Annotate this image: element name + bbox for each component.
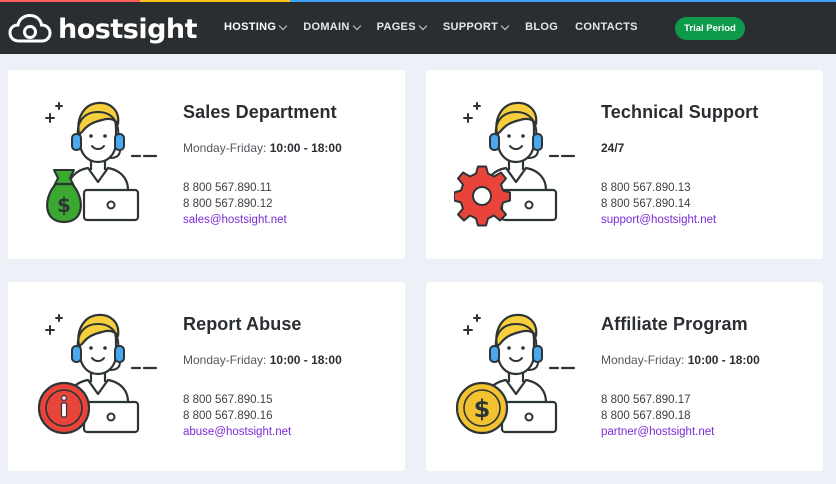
brand-logo[interactable]: hostsight [8, 12, 198, 46]
hours-label: Monday-Friday: [183, 141, 267, 155]
accent-stripe [290, 0, 836, 2]
card-hours: Monday-Friday: 10:00 - 18:00 [183, 141, 393, 155]
email-link[interactable]: abuse@hostsight.net [183, 424, 393, 440]
nav-hosting[interactable]: HOSTING [224, 21, 288, 33]
contact-card-abuse: Report Abuse Monday-Friday: 10:00 - 18:0… [8, 282, 405, 471]
card-phones: 8 800 567.890.13 8 800 567.890.14 [601, 180, 811, 212]
email-link[interactable]: support@hostsight.net [601, 212, 811, 228]
card-title: Report Abuse [183, 314, 302, 334]
nav-support[interactable]: SUPPORT [442, 21, 510, 33]
card-hours: Monday-Friday: 10:00 - 18:00 [601, 353, 811, 367]
svg-text:$: $ [57, 193, 71, 217]
email-link[interactable]: sales@hostsight.net [183, 212, 393, 228]
svg-text:$: $ [474, 395, 491, 423]
nav-label: HOSTING [224, 21, 277, 33]
card-info: Technical Support 24/7 8 800 567.890.13 … [601, 102, 811, 228]
nav-contacts[interactable]: CONTACTS [575, 21, 638, 33]
contact-card-support: Technical Support 24/7 8 800 567.890.13 … [426, 70, 823, 259]
hours-value: 10:00 - 18:00 [269, 141, 342, 155]
dollar-coin-icon: $ [455, 381, 509, 435]
support-agent-illustration: $ [455, 310, 582, 435]
phone-number[interactable]: 8 800 567.890.16 [183, 408, 393, 424]
card-info: Affiliate Program Monday-Friday: 10:00 -… [601, 314, 811, 440]
nav-label: PAGES [376, 21, 416, 33]
support-agent-illustration [37, 310, 164, 435]
card-title: Sales Department [183, 102, 337, 122]
phone-number[interactable]: 8 800 567.890.13 [601, 180, 811, 196]
hours-value: 10:00 - 18:00 [687, 353, 760, 367]
brand-name: hostsight [58, 13, 198, 45]
accent-stripe [140, 0, 290, 2]
chevron-down-icon [278, 21, 288, 30]
card-phones: 8 800 567.890.11 8 800 567.890.12 [183, 180, 393, 212]
nav-label: DOMAIN [303, 21, 350, 33]
support-agent-illustration: $ [36, 98, 164, 224]
nav-blog[interactable]: BLOG [525, 21, 558, 33]
card-phones: 8 800 567.890.17 8 800 567.890.18 [601, 392, 811, 424]
card-title: Technical Support [601, 102, 759, 122]
hours-label: Monday-Friday: [601, 353, 685, 367]
chevron-down-icon [418, 21, 428, 30]
phone-number[interactable]: 8 800 567.890.11 [183, 180, 393, 196]
phone-number[interactable]: 8 800 567.890.17 [601, 392, 811, 408]
card-hours: Monday-Friday: 10:00 - 18:00 [183, 353, 393, 367]
nav-label: CONTACTS [575, 21, 638, 33]
card-info: Sales Department Monday-Friday: 10:00 - … [183, 102, 393, 228]
info-icon [37, 381, 91, 435]
accent-stripe [0, 0, 140, 2]
contact-card-sales: $ Sales Department Monday-Friday: 10:00 … [8, 70, 405, 259]
cloud-logo-icon [8, 13, 52, 43]
nav-label: SUPPORT [442, 21, 499, 33]
support-agent-illustration [454, 98, 582, 227]
hours-value: 24/7 [601, 141, 625, 155]
hours-value: 10:00 - 18:00 [269, 353, 342, 367]
chevron-down-icon [500, 21, 510, 30]
chevron-down-icon [352, 21, 361, 30]
hours-label: Monday-Friday: [183, 353, 267, 367]
nav-pages[interactable]: PAGES [376, 21, 428, 33]
trial-period-button[interactable]: Trial Period [675, 17, 745, 40]
card-phones: 8 800 567.890.15 8 800 567.890.16 [183, 392, 393, 424]
email-link[interactable]: partner@hostsight.net [601, 424, 811, 440]
phone-number[interactable]: 8 800 567.890.18 [601, 408, 811, 424]
phone-number[interactable]: 8 800 567.890.12 [183, 196, 393, 212]
card-title: Affiliate Program [601, 314, 748, 334]
card-info: Report Abuse Monday-Friday: 10:00 - 18:0… [183, 314, 393, 440]
gear-icon [454, 165, 511, 227]
top-navigation-bar: hostsight HOSTING DOMAIN PAGES SUPPORT B… [0, 0, 836, 54]
contact-card-affiliate: $ Affiliate Program Monday-Friday: 10:00… [426, 282, 823, 471]
main-nav: HOSTING DOMAIN PAGES SUPPORT BLOG CONTAC… [224, 21, 655, 33]
nav-domain[interactable]: DOMAIN [303, 21, 361, 33]
phone-number[interactable]: 8 800 567.890.14 [601, 196, 811, 212]
phone-number[interactable]: 8 800 567.890.15 [183, 392, 393, 408]
card-hours: 24/7 [601, 141, 811, 155]
nav-label: BLOG [525, 21, 559, 33]
